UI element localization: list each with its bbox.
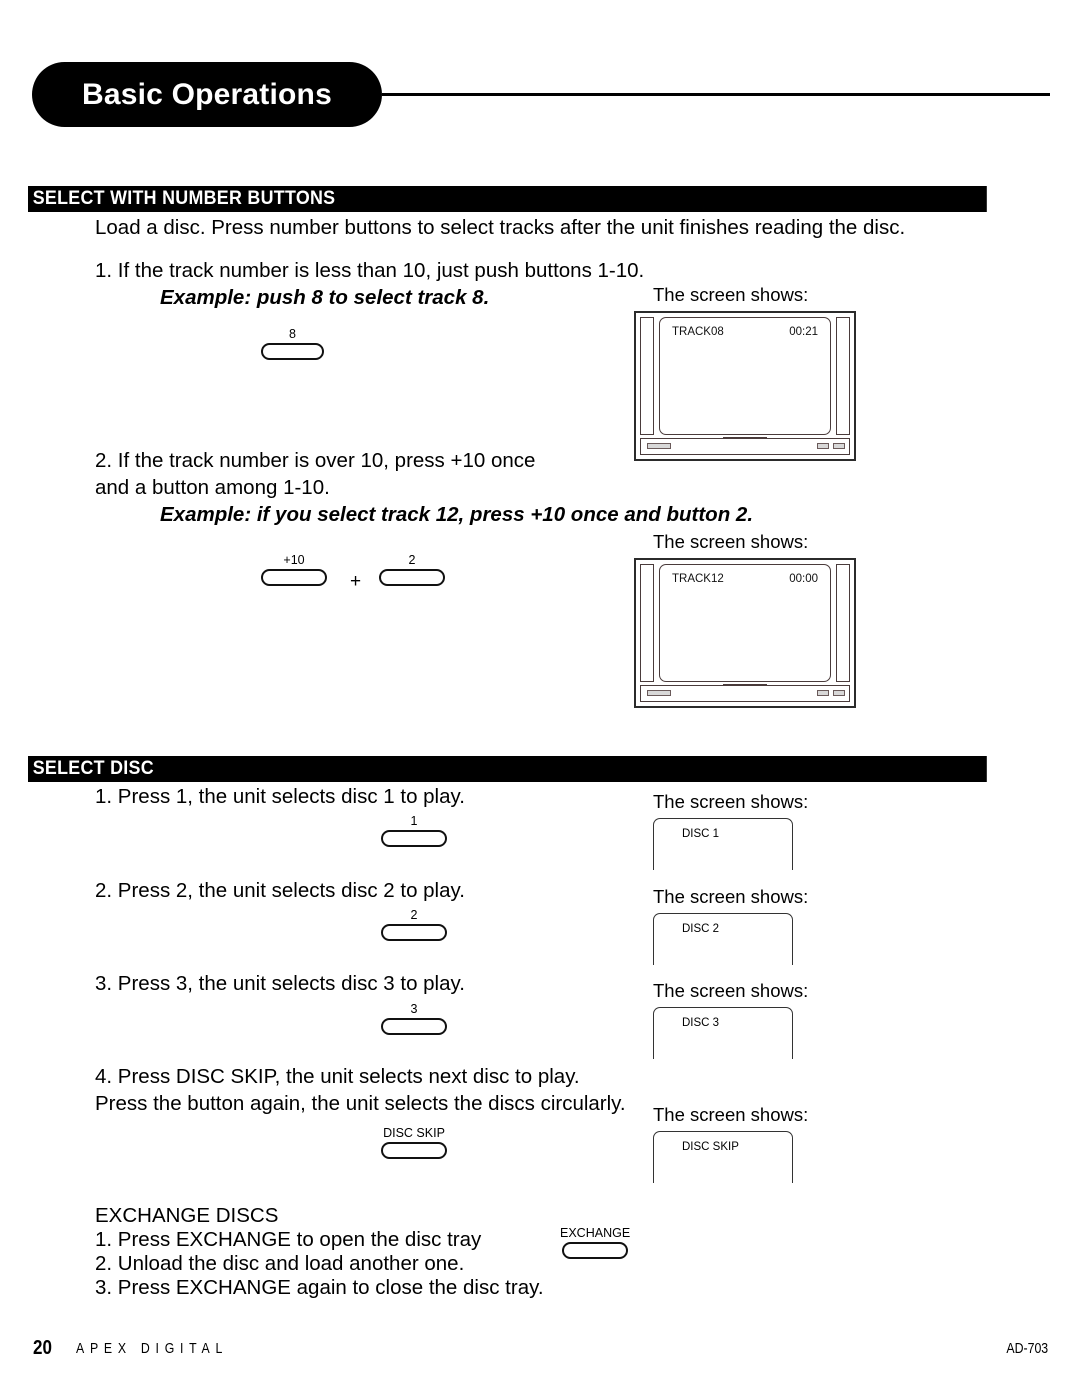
- disc-screen-text-2: DISC 2: [682, 923, 720, 935]
- tv-screen-track08: TRACK08 00:21: [634, 311, 856, 461]
- plus-separator: +: [350, 571, 362, 592]
- number-buttons-step2-line1: 2. If the track number is over 10, press…: [95, 449, 536, 472]
- section-heading-select-with-number-buttons: SELECT WITH NUMBER BUTTONS: [28, 186, 987, 212]
- disc-screen-text-1: DISC 1: [682, 828, 720, 840]
- number-buttons-step1-line1: 1. If the track number is less than 10, …: [95, 259, 645, 282]
- select-disc-step4-line2: Press the button again, the unit selects…: [95, 1092, 626, 1115]
- header-rule: [382, 93, 1050, 96]
- remote-button-2-track-pill[interactable]: [379, 569, 445, 586]
- remote-button-3-disc[interactable]: 3: [381, 1002, 447, 1035]
- remote-button-2-disc-label: 2: [410, 908, 418, 922]
- tv-base-button-left: [647, 443, 671, 449]
- remote-button-2-track[interactable]: 2: [379, 553, 445, 586]
- remote-button-disc-skip-pill[interactable]: [381, 1142, 447, 1159]
- select-disc-step2: 2. Press 2, the unit selects disc 2 to p…: [95, 879, 465, 902]
- footer-model-number: AD-703: [1006, 1341, 1048, 1357]
- disc-screen-box-skip: DISC SKIP: [653, 1131, 793, 1183]
- remote-button-exchange-pill[interactable]: [562, 1242, 629, 1259]
- select-disc-step1: 1. Press 1, the unit selects disc 1 to p…: [95, 785, 465, 808]
- remote-button-exchange-label: EXCHANGE: [560, 1226, 631, 1240]
- select-disc-step4-line1: 4. Press DISC SKIP, the unit selects nex…: [95, 1065, 580, 1088]
- remote-button-plus10-label: +10: [283, 553, 305, 567]
- number-buttons-step2-example: Example: if you select track 12, press +…: [160, 503, 754, 526]
- tv-base-panel: [640, 685, 850, 702]
- remote-button-plus10-pill[interactable]: [261, 569, 327, 586]
- osd-time-label: 00:00: [789, 573, 818, 585]
- exchange-discs-line3: 3. Press EXCHANGE again to close the dis…: [95, 1276, 544, 1299]
- osd-time-label: 00:21: [789, 326, 818, 338]
- section-heading-select-disc: SELECT DISC: [28, 756, 987, 782]
- number-buttons-step1-example: Example: push 8 to select track 8.: [160, 286, 490, 309]
- remote-button-1-disc-pill[interactable]: [381, 830, 447, 847]
- tv-base-button-right-2: [833, 443, 845, 449]
- disc2-screen-caption: The screen shows:: [653, 886, 809, 907]
- remote-button-disc-skip[interactable]: DISC SKIP: [381, 1126, 447, 1159]
- remote-button-8-label: 8: [289, 327, 296, 341]
- footer-brand: APEX DIGITAL: [76, 1340, 229, 1357]
- remote-button-1-disc-label: 1: [410, 814, 418, 828]
- tv-base-button-right-2: [833, 690, 845, 696]
- page-header: Basic Operations: [0, 62, 1080, 132]
- tv-speaker-left-icon: [640, 564, 654, 682]
- osd-track-label: TRACK08: [672, 326, 724, 338]
- remote-button-plus10[interactable]: +10: [261, 553, 327, 586]
- remote-button-2-disc-pill[interactable]: [381, 924, 447, 941]
- disc-screen-box-1: DISC 1: [653, 818, 793, 870]
- exchange-discs-heading: EXCHANGE DISCS: [95, 1204, 279, 1227]
- step1-screen-caption: The screen shows:: [653, 284, 809, 305]
- exchange-discs-line1: 1. Press EXCHANGE to open the disc tray: [95, 1228, 482, 1251]
- number-buttons-step2-line2: and a button among 1-10.: [95, 476, 330, 499]
- chapter-title-badge: Basic Operations: [32, 62, 382, 127]
- tv-speaker-left-icon: [640, 317, 654, 435]
- tv-base-button-right-1: [817, 443, 829, 449]
- disc3-screen-caption: The screen shows:: [653, 980, 809, 1001]
- remote-button-2-track-label: 2: [408, 553, 416, 567]
- tv-display-area: TRACK12 00:00: [659, 564, 831, 682]
- tv-speaker-right-icon: [836, 564, 850, 682]
- remote-button-3-disc-label: 3: [410, 1002, 418, 1016]
- remote-button-2-disc[interactable]: 2: [381, 908, 447, 941]
- select-disc-step3: 3. Press 3, the unit selects disc 3 to p…: [95, 972, 465, 995]
- number-buttons-intro: Load a disc. Press number buttons to sel…: [95, 216, 906, 239]
- remote-button-8[interactable]: 8: [261, 327, 324, 360]
- disc-screen-text-skip: DISC SKIP: [682, 1141, 739, 1153]
- footer-page-number: 20: [33, 1337, 52, 1359]
- disc-screen-box-3: DISC 3: [653, 1007, 793, 1059]
- tv-base-panel: [640, 438, 850, 455]
- remote-button-8-pill[interactable]: [261, 343, 324, 360]
- disc-skip-screen-caption: The screen shows:: [653, 1104, 809, 1125]
- disc1-screen-caption: The screen shows:: [653, 791, 809, 812]
- tv-base-button-left: [647, 690, 671, 696]
- tv-base-button-right-1: [817, 690, 829, 696]
- disc-screen-text-3: DISC 3: [682, 1017, 720, 1029]
- remote-button-3-disc-pill[interactable]: [381, 1018, 447, 1035]
- tv-display-area: TRACK08 00:21: [659, 317, 831, 435]
- osd-track-label: TRACK12: [672, 573, 724, 585]
- exchange-discs-line2: 2. Unload the disc and load another one.: [95, 1252, 465, 1275]
- page-title: Basic Operations: [82, 77, 332, 111]
- step2-screen-caption: The screen shows:: [653, 531, 809, 552]
- tv-screen-track12: TRACK12 00:00: [634, 558, 856, 708]
- remote-button-1-disc[interactable]: 1: [381, 814, 447, 847]
- tv-speaker-right-icon: [836, 317, 850, 435]
- remote-button-disc-skip-label: DISC SKIP: [383, 1126, 445, 1140]
- disc-screen-box-2: DISC 2: [653, 913, 793, 965]
- remote-button-exchange[interactable]: EXCHANGE: [560, 1226, 630, 1259]
